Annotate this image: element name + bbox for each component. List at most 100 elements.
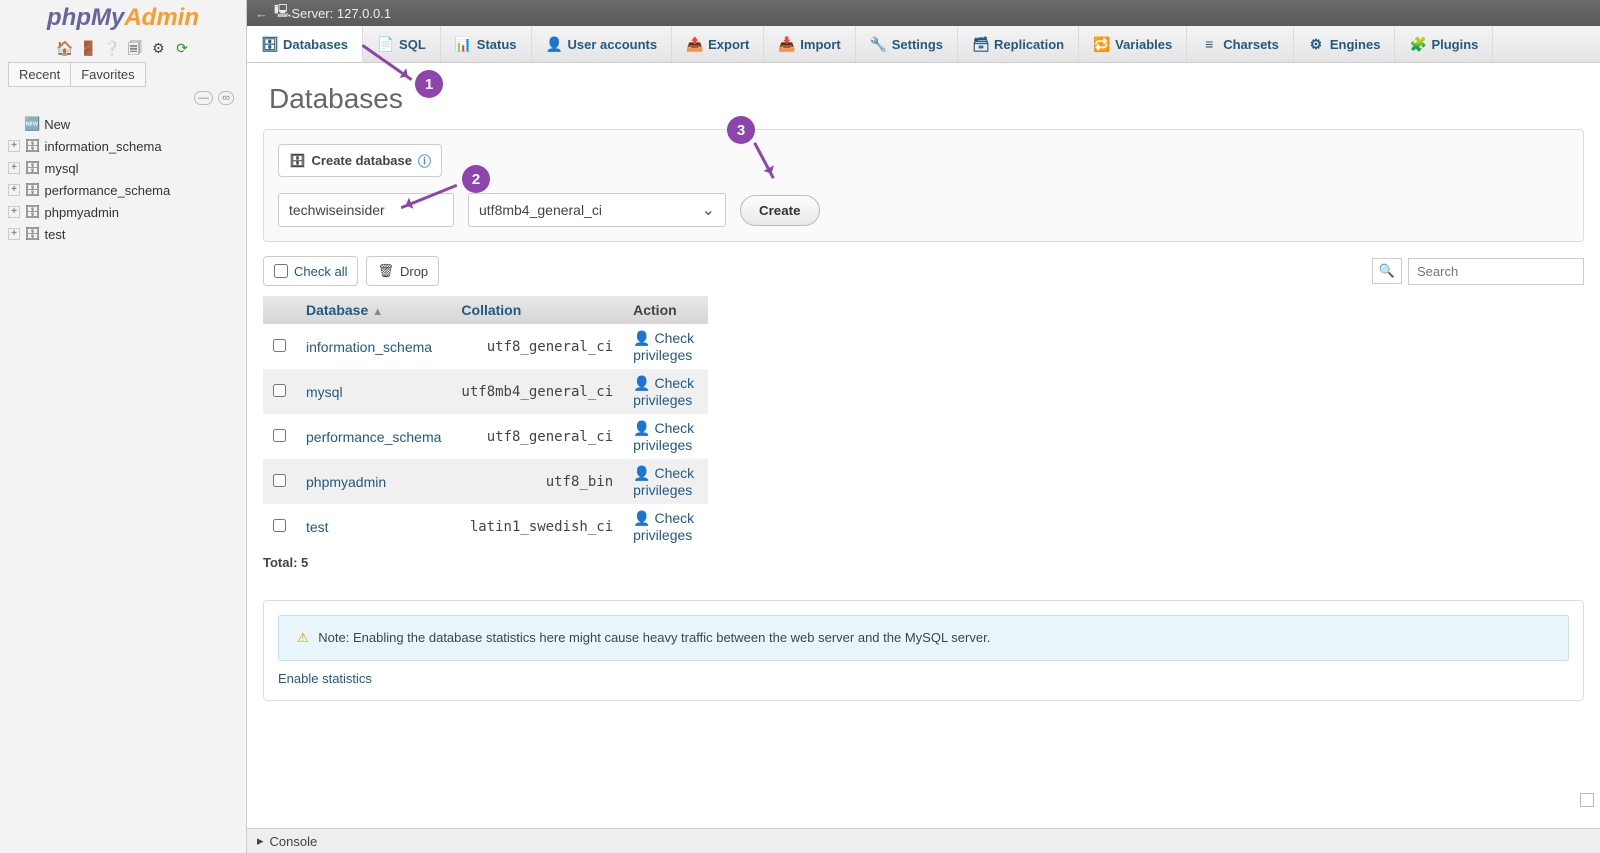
table-row: mysqlutf8mb4_general_ci👤 Check privilege… (263, 369, 708, 414)
favorites-tab[interactable]: Favorites (71, 62, 145, 87)
table-row: phpmyadminutf8_bin👤 Check privileges (263, 459, 708, 504)
tab-import[interactable]: 📥Import (764, 26, 855, 62)
db-tree: +🆕 New +🗄information_schema+🗄mysql+🗄perf… (0, 109, 246, 249)
tab-replication[interactable]: 🗃Replication (958, 26, 1079, 62)
sidebar-toolbar: 🏠 🚪 ❔ 🗐 ⚙ ⟳ (0, 34, 246, 62)
total-count: Total: 5 (263, 555, 1584, 570)
privileges-icon: 👤 (633, 375, 650, 391)
tab-charsets[interactable]: ≡Charsets (1187, 26, 1294, 62)
db-icon: 🗄 (24, 204, 41, 220)
db-link[interactable]: performance_schema (306, 429, 441, 445)
row-collation: latin1_swedish_ci (451, 504, 623, 549)
recent-tab[interactable]: Recent (8, 62, 71, 87)
charsets-icon: ≡ (1201, 36, 1217, 52)
row-checkbox[interactable] (273, 339, 286, 352)
db-link[interactable]: phpmyadmin (306, 474, 386, 490)
tab-sql[interactable]: 📄SQL (363, 26, 441, 62)
db-icon: 🗄 (24, 226, 41, 242)
help-icon[interactable]: ❔ (103, 40, 119, 56)
drop-icon: 🗑 (377, 263, 394, 279)
reload-icon[interactable]: ⟳ (174, 40, 190, 56)
table-row: information_schemautf8_general_ci👤 Check… (263, 324, 708, 369)
status-icon: 📊 (455, 36, 471, 52)
check-all[interactable]: Check all (263, 256, 358, 286)
enable-statistics-link[interactable]: Enable statistics (278, 671, 372, 686)
search-input[interactable] (1408, 258, 1584, 285)
db-icon: 🗄 (24, 160, 41, 176)
row-checkbox[interactable] (273, 429, 286, 442)
tree-db[interactable]: +🗄phpmyadmin (8, 201, 238, 223)
table-row: performance_schemautf8_general_ci👤 Check… (263, 414, 708, 459)
tree-db[interactable]: +🗄mysql (8, 157, 238, 179)
tree-db[interactable]: +🗄test (8, 223, 238, 245)
row-checkbox[interactable] (273, 384, 286, 397)
tab-user-accounts[interactable]: 👤User accounts (532, 26, 673, 62)
server-label: Server: 127.0.0.1 (291, 6, 391, 21)
col-action: Action (623, 296, 708, 324)
callout-3: 3 (727, 116, 755, 144)
stats-note: ⚠ Note: Enabling the database statistics… (278, 615, 1569, 661)
collapse-all-icon[interactable]: — (194, 91, 213, 105)
tab-engines[interactable]: ⚙Engines (1294, 26, 1396, 62)
plugins-icon: 🧩 (1409, 36, 1425, 52)
topbar: ← 🖳 Server: 127.0.0.1 (247, 0, 1600, 26)
link-icon[interactable]: ∞ (218, 91, 234, 105)
tab-databases[interactable]: 🗄Databases (247, 26, 363, 62)
col-collation[interactable]: Collation (451, 296, 623, 324)
stats-panel: ⚠ Note: Enabling the database statistics… (263, 600, 1584, 701)
sort-asc-icon: ▲ (372, 306, 383, 318)
home-icon[interactable]: 🏠 (56, 40, 72, 56)
row-collation: utf8_general_ci (451, 324, 623, 369)
callout-2: 2 (462, 165, 490, 193)
check-all-checkbox[interactable] (274, 264, 288, 278)
user-accounts-icon: 👤 (546, 36, 562, 52)
console-bar[interactable]: ▸ Console (247, 828, 1600, 853)
create-button[interactable]: Create (740, 195, 820, 226)
collation-select[interactable]: utf8mb4_general_ci (468, 193, 726, 227)
check-all-label: Check all (294, 264, 347, 279)
databases-icon: 🗄 (261, 36, 277, 52)
create-db-panel: 🗄 Create database ⓘ techwiseinsider utf8… (263, 129, 1584, 242)
sql-icon: 📄 (377, 36, 393, 52)
server-icon: 🖳 (274, 2, 291, 24)
drop-button[interactable]: 🗑 Drop (366, 256, 439, 286)
row-checkbox[interactable] (273, 519, 286, 532)
page-title: Databases (269, 83, 1584, 115)
help-icon[interactable]: ⓘ (418, 151, 431, 170)
db-link[interactable]: test (306, 519, 329, 535)
tab-plugins[interactable]: 🧩Plugins (1395, 26, 1493, 62)
logo: phpMyAdmin (0, 0, 246, 34)
tab-variables[interactable]: 🔁Variables (1079, 26, 1187, 62)
row-checkbox[interactable] (273, 474, 286, 487)
sidebar: phpMyAdmin 🏠 🚪 ❔ 🗐 ⚙ ⟳ Recent Favorites … (0, 0, 247, 853)
privileges-icon: 👤 (633, 465, 650, 481)
callout-1: 1 (415, 70, 443, 98)
replication-icon: 🗃 (972, 36, 988, 52)
db-link[interactable]: information_schema (306, 339, 432, 355)
export-icon: 📤 (686, 36, 702, 52)
expand-icon[interactable] (1580, 793, 1594, 807)
tree-new[interactable]: +🆕 New (8, 113, 238, 135)
table-row: testlatin1_swedish_ci👤 Check privileges (263, 504, 708, 549)
search-icon[interactable]: 🔍 (1372, 258, 1402, 284)
db-add-icon: 🗄 (289, 153, 306, 169)
settings-icon: 🔧 (870, 36, 886, 52)
privileges-icon: 👤 (633, 510, 650, 526)
exit-icon[interactable]: 🚪 (80, 40, 96, 56)
tab-export[interactable]: 📤Export (672, 26, 764, 62)
tree-db[interactable]: +🗄performance_schema (8, 179, 238, 201)
db-link[interactable]: mysql (306, 384, 343, 400)
tree-db[interactable]: +🗄information_schema (8, 135, 238, 157)
warning-icon: ⚠ (297, 630, 309, 645)
import-icon: 📥 (778, 36, 794, 52)
tab-status[interactable]: 📊Status (441, 26, 532, 62)
row-collation: utf8mb4_general_ci (451, 369, 623, 414)
gear-icon[interactable]: ⚙ (150, 40, 166, 56)
tab-settings[interactable]: 🔧Settings (856, 26, 958, 62)
db-icon: 🗄 (24, 182, 41, 198)
back-icon[interactable]: ← (255, 6, 268, 21)
privileges-icon: 👤 (633, 330, 650, 346)
new-db-icon: 🆕 (24, 116, 40, 132)
col-database[interactable]: Database▲ (296, 296, 451, 324)
sql-icon[interactable]: 🗐 (127, 38, 143, 54)
